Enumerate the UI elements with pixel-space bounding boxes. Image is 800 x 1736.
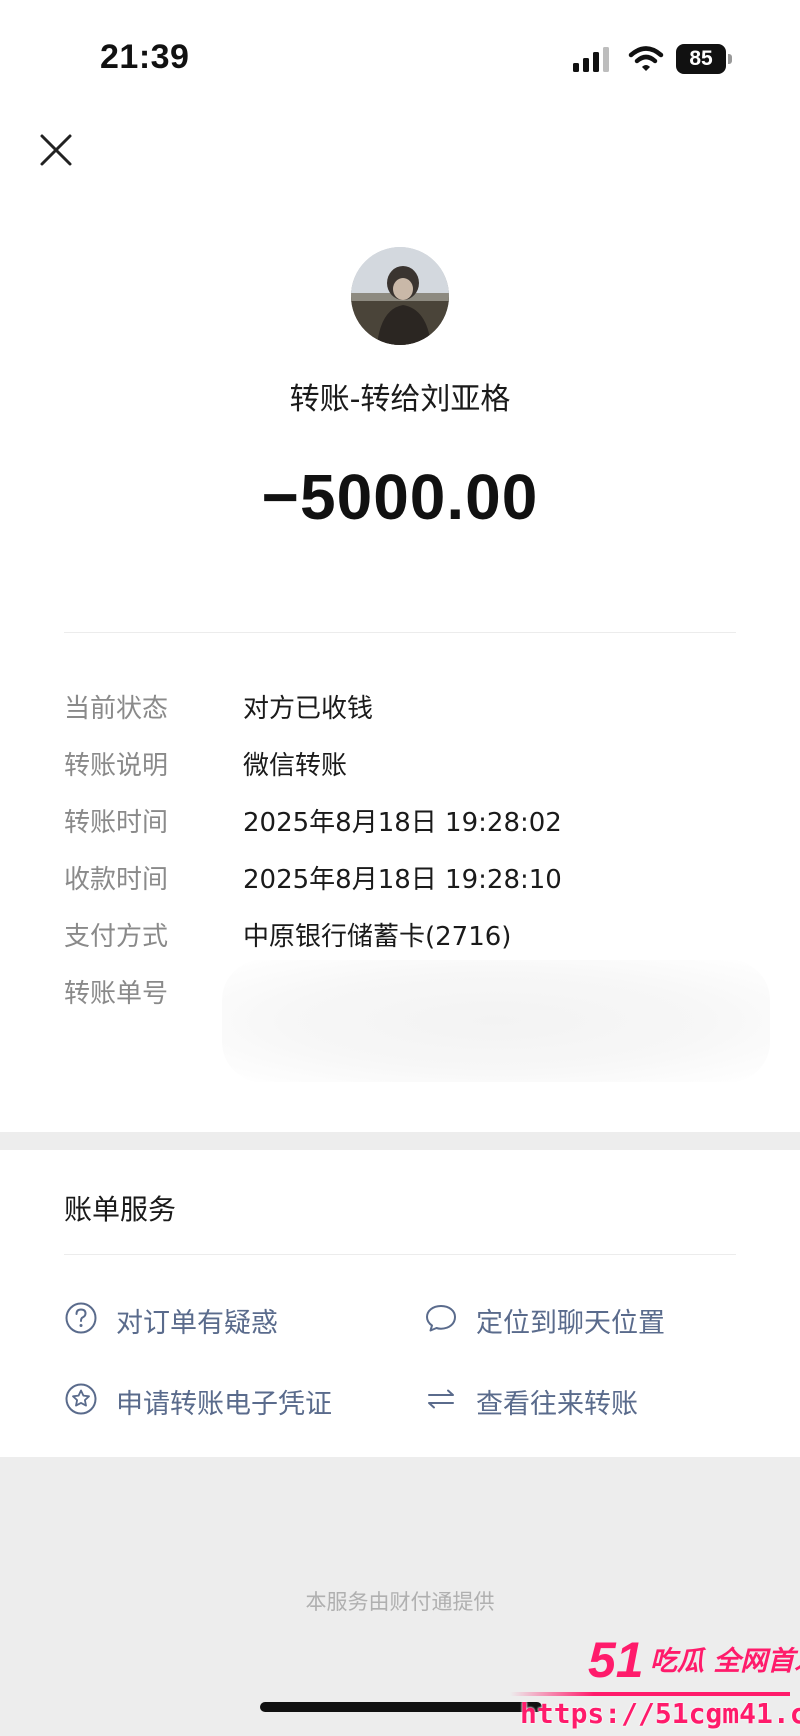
detail-label: 收款时间 xyxy=(64,865,169,895)
watermark-url: https://51cgm41.com xyxy=(520,1697,800,1730)
detail-value: 微信转账 xyxy=(243,751,348,781)
service-label: 申请转账电子凭证 xyxy=(116,1389,332,1420)
bill-services-title: 账单服务 xyxy=(64,1193,177,1226)
amount-divider xyxy=(64,632,736,633)
status-time: 21:39 xyxy=(100,38,190,76)
status-bar: 21:39 85 xyxy=(0,0,800,110)
transfer-title: 转账-转给刘亚格 xyxy=(289,382,511,417)
detail-label: 当前状态 xyxy=(64,694,169,724)
request-receipt-link[interactable]: 申请转账电子凭证 xyxy=(64,1378,384,1422)
star-circle-icon xyxy=(65,1383,97,1415)
detail-label: 转账单号 xyxy=(64,979,169,1009)
battery-level: 85 xyxy=(676,44,726,74)
service-label: 定位到聊天位置 xyxy=(476,1308,665,1339)
battery-cap xyxy=(728,54,732,64)
transfer-amount: −5000.00 xyxy=(261,461,539,533)
transfer-detail-page: 21:39 85 转账-转给刘亚格 −5000.00 当前状态 对方已收钱 转账… xyxy=(0,0,800,1736)
watermark: 51 吃瓜 全网首发 https://51cgm41.com xyxy=(500,1632,800,1736)
bill-services-card: 账单服务 对订单有疑惑 定位到聊天位置 申请转账电子凭证 查看往来转账 xyxy=(0,1150,800,1457)
order-question-link[interactable]: 对订单有疑惑 xyxy=(64,1297,364,1341)
cellular-signal-icon xyxy=(573,47,609,72)
detail-value: 中原银行储蓄卡(2716) xyxy=(243,922,512,952)
detail-row-transfer-time: 转账时间 2025年8月18日 19:28:02 xyxy=(64,802,736,842)
detail-label: 转账说明 xyxy=(64,751,169,781)
battery-icon: 85 xyxy=(676,44,732,74)
chat-bubble-icon xyxy=(426,1305,456,1332)
detail-value: 2025年8月18日 19:28:10 xyxy=(243,865,562,895)
wifi-icon xyxy=(628,46,664,71)
detail-row-payment-method: 支付方式 中原银行储蓄卡(2716) xyxy=(64,916,736,956)
transaction-id-blurred xyxy=(222,960,770,1082)
detail-label: 转账时间 xyxy=(64,808,169,838)
detail-row-note: 转账说明 微信转账 xyxy=(64,745,736,785)
detail-row-receive-time: 收款时间 2025年8月18日 19:28:10 xyxy=(64,859,736,899)
detail-value: 对方已收钱 xyxy=(243,694,374,724)
detail-label: 支付方式 xyxy=(64,922,169,952)
watermark-tagline: 吃瓜 全网首发 xyxy=(650,1646,800,1677)
service-label: 对订单有疑惑 xyxy=(116,1308,278,1339)
locate-chat-link[interactable]: 定位到聊天位置 xyxy=(424,1297,754,1341)
recipient-avatar xyxy=(351,247,449,345)
transfer-detail-card: 21:39 85 转账-转给刘亚格 −5000.00 当前状态 对方已收钱 转账… xyxy=(0,0,800,1132)
provider-footer: 本服务由财付通提供 xyxy=(305,1590,495,1614)
close-icon[interactable] xyxy=(34,128,78,172)
detail-row-status: 当前状态 对方已收钱 xyxy=(64,688,736,728)
detail-value: 2025年8月18日 19:28:02 xyxy=(243,808,562,838)
avatar-photo xyxy=(351,247,449,345)
view-transfers-link[interactable]: 查看往来转账 xyxy=(424,1378,724,1422)
transfer-arrows-icon xyxy=(428,1389,454,1409)
service-label: 查看往来转账 xyxy=(476,1389,638,1420)
bill-services-divider xyxy=(64,1254,736,1255)
watermark-brand: 51 xyxy=(588,1632,644,1688)
question-circle-icon xyxy=(65,1302,97,1334)
